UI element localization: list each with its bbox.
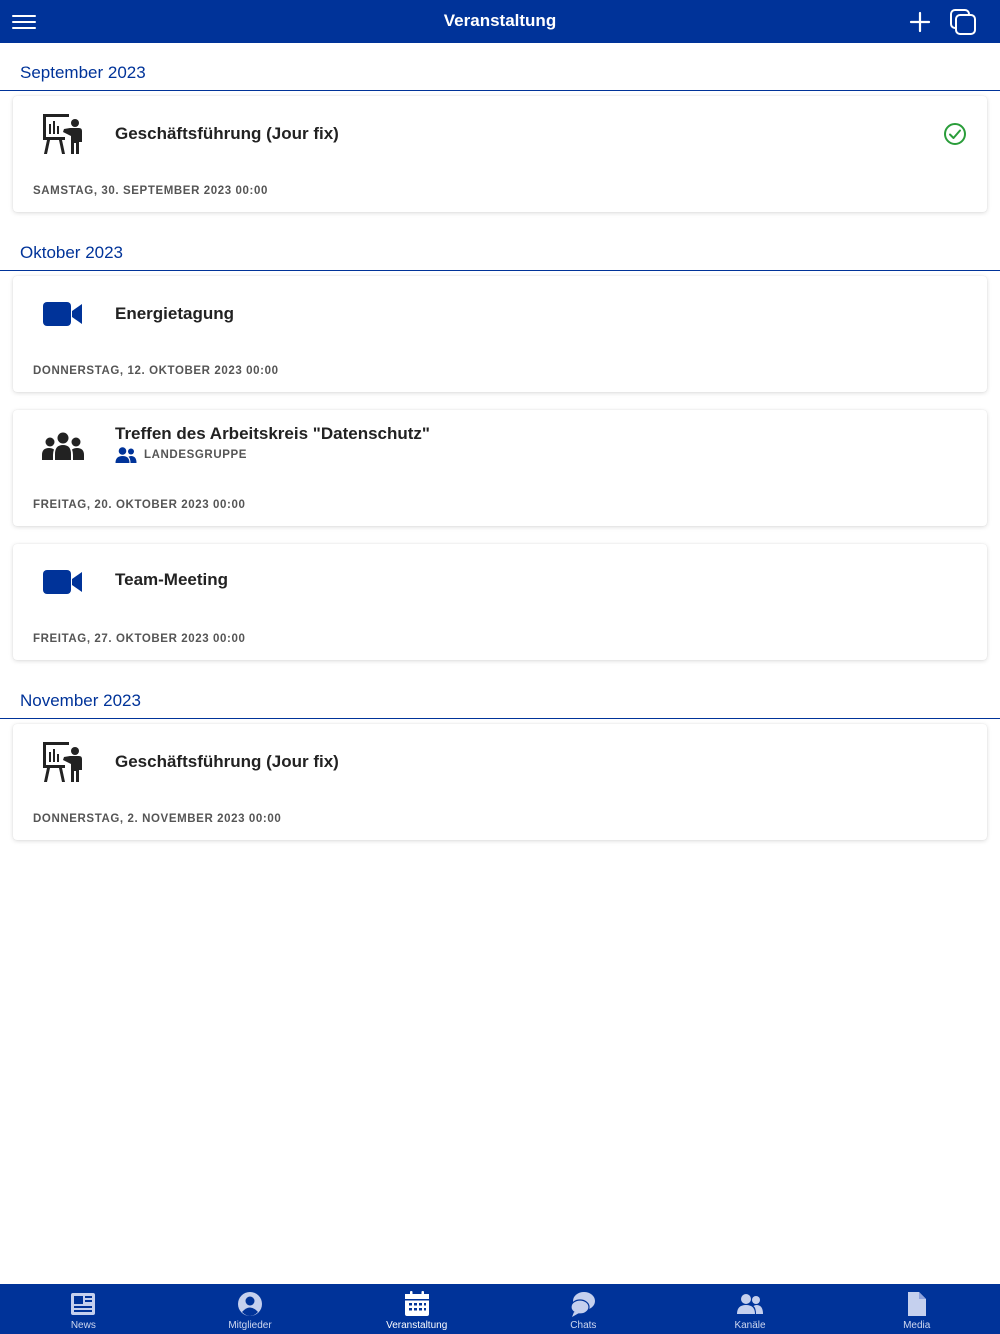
chat-bubbles-icon (570, 1292, 596, 1317)
tab-veranstaltung[interactable]: Veranstaltung (333, 1284, 500, 1334)
event-title: Energietagung (115, 304, 235, 323)
event-date: DONNERSTAG, 12. OKTOBER 2023 00:00 (33, 365, 279, 377)
tab-label: Kanäle (734, 1320, 766, 1331)
calendar-icon (404, 1291, 429, 1316)
tab-label: Chats (570, 1320, 597, 1331)
event-date: SAMSTAG, 30. SEPTEMBER 2023 00:00 (33, 185, 268, 197)
users-icon (737, 1294, 764, 1314)
event-date: FREITAG, 20. OKTOBER 2023 00:00 (33, 499, 246, 511)
section-label: November 2023 (20, 691, 141, 710)
event-title: Geschäftsführung (Jour fix) (115, 752, 339, 771)
user-group-icon (115, 447, 137, 463)
tab-label: Media (903, 1320, 931, 1331)
tab-mitglieder[interactable]: Mitglieder (167, 1284, 334, 1334)
tab-label: Mitglieder (228, 1320, 272, 1331)
event-card[interactable]: Geschäftsführung (Jour fix) SAMSTAG, 30.… (13, 96, 987, 212)
event-group-label: LANDESGRUPPE (144, 449, 248, 461)
event-list: September 2023 Geschäftsführung (Jour fi… (0, 43, 1000, 840)
section-header-november: November 2023 (0, 671, 1000, 719)
section-header-oktober: Oktober 2023 (0, 223, 1000, 271)
event-title: Team-Meeting (115, 570, 229, 589)
event-card[interactable]: Treffen des Arbeitskreis "Datenschutz" L… (13, 410, 987, 526)
plus-icon[interactable] (906, 8, 934, 36)
video-camera-icon (43, 302, 82, 326)
event-title: Treffen des Arbeitskreis "Datenschutz" (115, 424, 430, 443)
event-card[interactable]: Team-Meeting FREITAG, 27. OKTOBER 2023 0… (13, 544, 987, 660)
tab-media[interactable]: Media (833, 1284, 1000, 1334)
event-date: FREITAG, 27. OKTOBER 2023 00:00 (33, 633, 246, 645)
section-header-september: September 2023 (0, 43, 1000, 91)
tab-label: Veranstaltung (386, 1320, 448, 1331)
event-date: DONNERSTAG, 2. NOVEMBER 2023 00:00 (33, 813, 282, 825)
newspaper-icon (71, 1293, 96, 1315)
section-label: Oktober 2023 (20, 243, 124, 262)
event-title: Geschäftsführung (Jour fix) (115, 124, 339, 143)
presentation-icon (43, 742, 82, 782)
copy-windows-icon[interactable] (948, 7, 978, 37)
top-app-bar: Veranstaltung (0, 0, 1000, 43)
section-label: September 2023 (20, 63, 146, 82)
user-circle-icon (238, 1292, 262, 1316)
file-icon (907, 1292, 926, 1316)
tab-news[interactable]: News (0, 1284, 167, 1334)
event-card[interactable]: Geschäftsführung (Jour fix) DONNERSTAG, … (13, 724, 987, 840)
event-card[interactable]: Energietagung DONNERSTAG, 12. OKTOBER 20… (13, 276, 987, 392)
check-circle-icon (944, 123, 966, 145)
tab-kanaele[interactable]: Kanäle (667, 1284, 834, 1334)
presentation-icon (43, 114, 82, 154)
tab-chats[interactable]: Chats (500, 1284, 667, 1334)
people-group-icon (42, 432, 84, 460)
bottom-tab-bar: News Mitglieder Veranstaltung Chats Kanä… (0, 1284, 1000, 1334)
video-camera-icon (43, 570, 82, 594)
tab-label: News (70, 1320, 96, 1331)
page-title: Veranstaltung (443, 11, 557, 30)
